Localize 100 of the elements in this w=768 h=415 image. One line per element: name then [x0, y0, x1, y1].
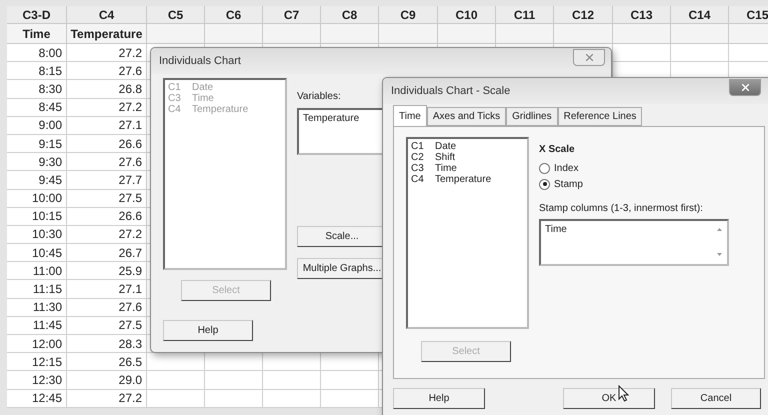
column-header[interactable]: C10 [438, 6, 496, 24]
table-cell: 26.5 [67, 353, 147, 372]
column-name-cell[interactable] [438, 24, 496, 44]
help-button[interactable]: Help [163, 320, 253, 341]
radio-option[interactable]: Index [539, 160, 729, 176]
ok-button[interactable]: OK [563, 388, 655, 409]
column-name: Date [435, 141, 456, 152]
table-cell: 29.0 [67, 371, 147, 390]
table-cell: 27.1 [67, 116, 147, 135]
table-cell: 25.9 [67, 262, 147, 280]
column-header[interactable]: C3-D [7, 6, 67, 24]
radio-button[interactable] [539, 162, 550, 174]
table-cell: 26.7 [67, 244, 147, 262]
table-cell: 12:00 [7, 335, 67, 354]
stamp-columns-field[interactable]: Time [539, 219, 729, 266]
radio-option[interactable]: Stamp [539, 176, 729, 192]
column-header[interactable]: C12 [554, 6, 613, 24]
table-cell: 11:15 [7, 280, 67, 299]
table-cell: 27.6 [67, 153, 147, 172]
table-cell: 8:45 [7, 98, 67, 117]
close-icon [586, 54, 592, 60]
table-cell: 10:30 [7, 226, 67, 244]
table-cell: 11:45 [7, 316, 67, 335]
column-id: C1 [168, 82, 180, 93]
mouse-pointer-icon [618, 385, 629, 402]
close-button[interactable] [729, 78, 761, 96]
column-name-cell[interactable] [147, 24, 205, 44]
column-name: Shift [435, 152, 456, 163]
column-id: C3 [411, 163, 423, 174]
column-header[interactable]: C7 [263, 6, 321, 24]
table-cell: 9:15 [7, 134, 67, 154]
column-name: Time [192, 93, 214, 104]
column-header[interactable]: C9 [379, 6, 438, 24]
table-cell: 12:45 [7, 390, 67, 408]
column-name-cell[interactable]: Temperature [67, 24, 147, 44]
column-header[interactable]: C11 [496, 6, 554, 24]
column-id: C2 [411, 152, 423, 163]
column-name: Temperature [192, 104, 248, 115]
x-scale-label: X Scale [539, 144, 575, 155]
column-name: Temperature [435, 174, 492, 185]
tab[interactable]: Axes and Ticks [426, 107, 506, 126]
table-cell: 26.8 [67, 80, 147, 99]
column-header[interactable]: C13 [613, 6, 671, 24]
column-name-cell[interactable]: Time [7, 24, 67, 44]
table-cell: 8:00 [7, 44, 67, 62]
stamp-columns-label: Stamp columns (1-3, innermost first): [539, 203, 703, 214]
table-cell: 27.2 [67, 44, 147, 62]
table-cell: 9:00 [7, 116, 67, 135]
table-cell: 9:30 [7, 153, 67, 172]
column-header[interactable]: C15 [729, 6, 768, 24]
column-id: C3 [168, 93, 180, 104]
column-name: Date [192, 82, 214, 93]
column-id: C4 [411, 174, 423, 185]
table-cell: 27.2 [67, 390, 147, 408]
column-header[interactable]: C5 [147, 6, 205, 24]
table-cell: 11:30 [7, 298, 67, 317]
column-name: Time [435, 163, 457, 174]
variables-label: Variables: [297, 91, 341, 102]
tab[interactable]: Reference Lines [558, 107, 642, 126]
table-cell: 28.3 [67, 335, 147, 354]
help-button[interactable]: Help [393, 388, 485, 409]
dialog-title: Individuals Chart [159, 55, 241, 67]
column-header[interactable]: C14 [671, 6, 729, 24]
table-cell: 27.2 [67, 98, 147, 117]
table-cell: 27.6 [67, 298, 147, 317]
table-cell: 10:15 [7, 208, 67, 226]
column-name-cell[interactable] [205, 24, 263, 44]
table-cell: 27.2 [67, 226, 147, 244]
table-cell: 8:15 [7, 62, 67, 80]
column-header[interactable]: C8 [321, 6, 379, 24]
table-cell: 10:00 [7, 190, 67, 208]
column-name-cell[interactable] [321, 24, 379, 44]
table-cell: 8:30 [7, 80, 67, 99]
column-name-cell[interactable] [613, 24, 671, 44]
table-cell: 27.5 [67, 190, 147, 208]
tab[interactable]: Gridlines [506, 107, 558, 126]
table-cell: 9:45 [7, 171, 67, 190]
column-header[interactable]: C6 [205, 6, 263, 24]
radio-button[interactable] [539, 178, 550, 190]
column-name-cell[interactable] [671, 24, 729, 44]
column-list[interactable]: C1 Date C2 Shift C3 Time C4 Temperature [406, 137, 529, 329]
close-button[interactable] [573, 48, 605, 66]
column-name-cell[interactable] [379, 24, 438, 44]
table-cell: 12:15 [7, 353, 67, 372]
dialog-title: Individuals Chart - Scale [391, 85, 510, 97]
table-cell: 27.5 [67, 316, 147, 335]
column-header[interactable]: C4 [67, 6, 147, 24]
column-name-cell[interactable] [263, 24, 321, 44]
close-icon [742, 84, 748, 90]
column-name-cell[interactable] [496, 24, 554, 44]
table-cell: 27.1 [67, 280, 147, 299]
column-name-cell[interactable] [554, 24, 613, 44]
tab[interactable]: Time [393, 105, 427, 126]
table-cell: 10:45 [7, 244, 67, 262]
scrollbar-arrows-icon [717, 227, 722, 257]
table-cell: 12:30 [7, 371, 67, 390]
column-id: C4 [168, 104, 180, 115]
cancel-button[interactable]: Cancel [671, 388, 761, 409]
table-cell: 27.6 [67, 62, 147, 80]
table-cell: 27.7 [67, 171, 147, 190]
